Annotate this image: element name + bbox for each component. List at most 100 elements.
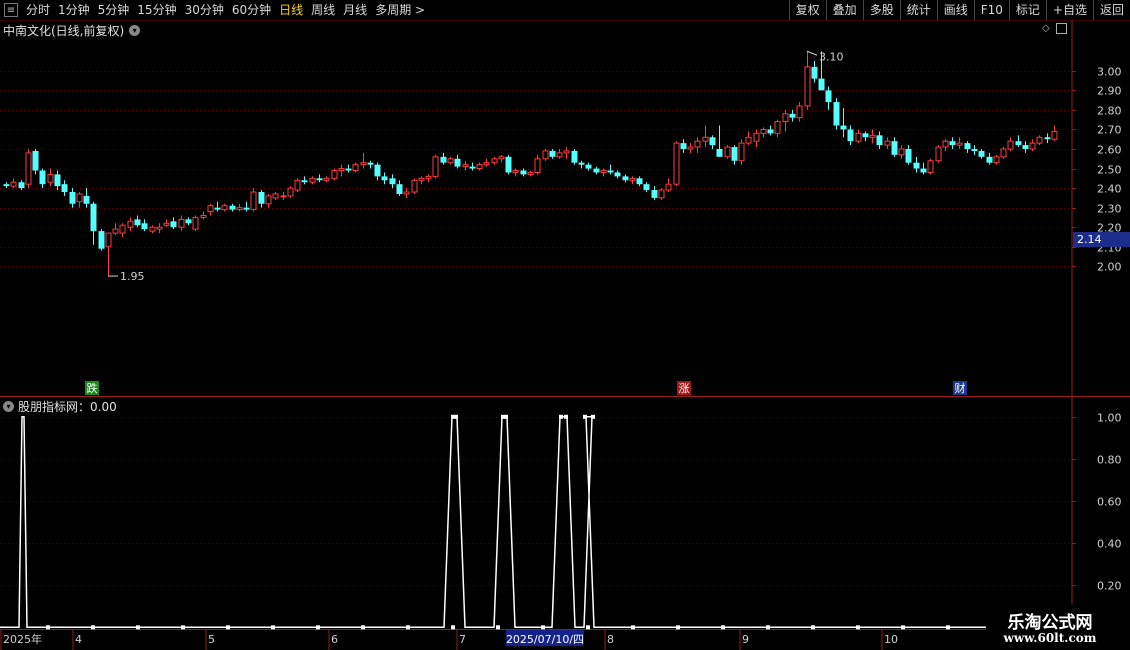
candle-body-up (178, 218, 185, 228)
candle-body-up (542, 150, 549, 160)
candle (643, 182, 650, 193)
price-tick-label: 2.00 (1097, 261, 1122, 274)
indicator-point (583, 414, 587, 419)
event-marker: 涨 (677, 381, 691, 395)
candle (709, 135, 716, 149)
candle-body-up (556, 152, 563, 158)
candle (425, 174, 432, 183)
candle (942, 139, 949, 151)
stock-title[interactable]: 中南文化(日线,前复权) ▾ (3, 22, 141, 39)
candle-body-down (520, 170, 527, 175)
candle (105, 232, 112, 277)
candle-body-down (578, 162, 585, 165)
candle (767, 125, 774, 136)
candle-body-up (280, 195, 287, 198)
candle (491, 156, 498, 165)
candle-body-up (884, 140, 891, 146)
candle-body-up (432, 156, 439, 177)
candle-body-up (658, 189, 665, 199)
candle-body-up (294, 179, 301, 191)
candle (90, 201, 97, 245)
candle (876, 131, 883, 149)
candle (949, 137, 956, 149)
candle-body-down (949, 141, 956, 146)
candle-body-down (301, 180, 308, 183)
candle-body-up (935, 146, 942, 162)
split-window-icon[interactable] (1055, 23, 1067, 34)
candle (200, 211, 207, 220)
candle-body-down (709, 137, 716, 146)
candle-body-up (534, 158, 541, 173)
candle (1000, 147, 1007, 159)
candle (724, 145, 731, 159)
candle (83, 188, 90, 208)
candle-body-down (825, 90, 832, 103)
indicator-tick-label: 1.00 (1097, 412, 1122, 425)
candle (185, 217, 192, 226)
candle-body-down (607, 170, 614, 173)
candle-body-up (1051, 130, 1058, 140)
candle (782, 109, 789, 132)
candle (280, 192, 287, 200)
candle-body-down (1044, 137, 1051, 140)
candle (10, 178, 17, 189)
indicator-point (136, 625, 140, 630)
candle-body-up (338, 168, 345, 172)
indicator-point (504, 414, 508, 419)
candlestick-series (3, 51, 1058, 277)
date-label: 7 (459, 633, 466, 646)
candle-body-down (134, 219, 141, 226)
candle (731, 145, 738, 165)
candle (549, 149, 556, 159)
candle-body-up (403, 191, 410, 195)
candle-body-down (389, 178, 396, 185)
candle (680, 139, 687, 153)
date-label: 10 (884, 633, 898, 646)
low-price-label: 1.95 (120, 270, 145, 283)
candle-body-up (694, 140, 701, 148)
candle (796, 102, 803, 122)
candle (163, 219, 170, 228)
indicator-title[interactable]: ▾ 股朋指标网：0.00 (3, 398, 117, 415)
candle-body-down (622, 176, 629, 181)
watermark: 乐淘公式网 www.60lt.com (986, 604, 1130, 650)
indicator-point (181, 625, 185, 630)
diamond-icon[interactable]: ◇ (1042, 23, 1050, 34)
candle (789, 109, 796, 122)
indicator-point (541, 625, 545, 630)
candle (738, 139, 745, 165)
date-label: 4 (75, 633, 82, 646)
candle-body-up (76, 193, 83, 203)
candle-body-down (170, 221, 177, 228)
indicator-point (631, 625, 635, 630)
candle (760, 127, 767, 138)
candle-body-up (804, 66, 811, 107)
candle-body-up (774, 121, 781, 134)
event-marker: 财 (953, 381, 967, 395)
candle (622, 174, 629, 183)
candle (716, 125, 723, 157)
indicator-point (271, 625, 275, 630)
candle (389, 174, 396, 189)
candle-body-up (250, 191, 257, 211)
candle-body-down (905, 149, 912, 163)
candle-body-down (876, 135, 883, 146)
candle-body-up (483, 162, 490, 166)
chevron-down-icon[interactable]: ▾ (129, 25, 141, 36)
chevron-down-icon[interactable]: ▾ (3, 401, 14, 412)
candle-body-up (1000, 148, 1007, 158)
candle-body-down (767, 129, 774, 134)
candle (1029, 139, 1036, 151)
candle-body-down (978, 150, 985, 157)
candle (862, 131, 869, 142)
candle (840, 107, 847, 138)
candle (891, 137, 898, 157)
candle-body-down (971, 149, 978, 151)
candle (301, 176, 308, 185)
kline-chart[interactable]: 3.002.902.802.702.602.502.402.302.202.10… (0, 0, 1130, 650)
candle (214, 201, 221, 212)
candle (374, 162, 381, 181)
candle-body-up (207, 205, 214, 213)
price-tick-label: 2.40 (1097, 183, 1122, 196)
candle-body-down (789, 113, 796, 118)
